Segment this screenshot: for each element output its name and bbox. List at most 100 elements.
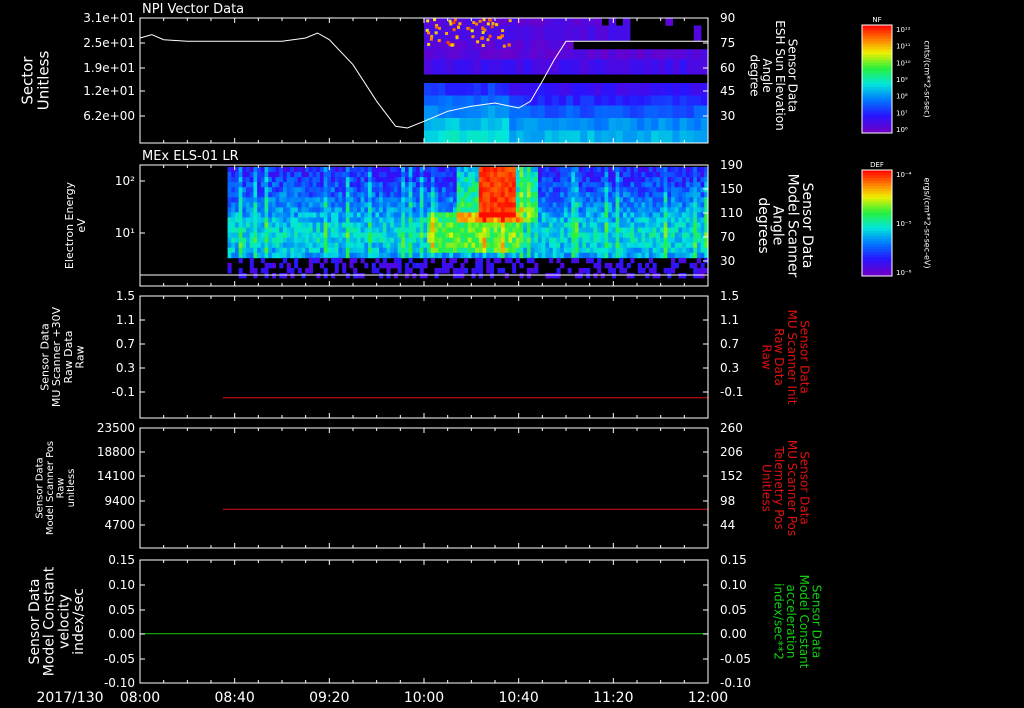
right-y-tick-label: 0.00 [720,627,747,641]
heatmap-cell [586,272,591,279]
heatmap-cell [238,247,243,254]
heatmap-cell [493,192,498,198]
heatmap-cell [623,217,628,223]
heatmap-cell [301,197,306,203]
heatmap-cell [249,197,254,203]
heatmap-cell [604,217,609,223]
heatmap-cell [600,177,605,183]
heatmap-cell [319,262,325,269]
heatmap-cell [264,237,269,244]
heatmap-cell [316,172,321,178]
heatmap-cell [523,83,531,96]
heatmap-cell [271,247,277,254]
heatmap-cell [637,242,642,249]
heatmap-cell [530,227,535,233]
heatmap-cell [368,247,373,254]
heatmap-cell [334,267,339,274]
heatmap-cell [283,222,288,228]
heatmap-cell [508,172,513,178]
heatmap-cell [497,222,502,228]
heatmap-cell [689,182,694,188]
heatmap-cell [672,105,681,119]
heatmap-cell [464,257,469,264]
heatmap-cell [453,252,458,259]
heatmap-cell [419,182,424,188]
heatmap-cell [231,192,236,198]
heatmap-cell [508,202,513,208]
heatmap-cell [364,227,369,233]
heatmap-cell [286,262,291,269]
heatmap-cell [301,202,306,208]
heatmap-cell [386,272,391,279]
colorbar-units: cnts/(cm**2-sr-sec) [923,40,932,117]
heatmap-cell [360,247,365,254]
heatmap-cell [634,192,639,198]
heatmap-cell [523,222,528,228]
heatmap-cell [433,18,437,22]
heatmap-cell [552,172,557,178]
heatmap-cell [345,232,350,239]
heatmap-cell [467,187,472,193]
heatmap-cell [423,222,428,228]
heatmap-cell [671,262,676,269]
heatmap-cell [290,232,295,239]
heatmap-cell [338,257,343,264]
heatmap-cell [515,202,520,208]
heatmap-cell [679,59,688,75]
heatmap-cell [360,187,365,193]
heatmap-cell [356,272,362,279]
heatmap-cell [686,105,695,119]
heatmap-cell [502,49,510,60]
heatmap-cell [404,232,410,239]
heatmap-cell [294,257,299,264]
heatmap-cell [667,197,672,203]
heatmap-cell [549,257,554,264]
heatmap-cell [538,232,543,239]
heatmap-cell [445,242,450,249]
heatmap-cell [323,252,328,259]
heatmap-cell [305,192,310,198]
heatmap-cell [390,187,395,193]
heatmap-cell [593,222,598,228]
heatmap-cell [545,227,550,233]
heatmap-cell [464,247,469,254]
heatmap-cell [674,227,679,233]
heatmap-cell [338,192,343,198]
heatmap-cell [629,83,638,96]
heatmap-cell [231,212,236,218]
heatmap-cell [480,59,489,75]
y-tick-label: 2.5e+01 [83,36,135,50]
heatmap-cell [238,202,243,208]
heatmap-cell [478,237,483,244]
heatmap-cell [560,192,565,198]
heatmap-cell [453,18,457,22]
heatmap-cell [593,262,598,269]
heatmap-cell [589,257,594,264]
heatmap-cell [574,242,580,249]
heatmap-cell [634,197,639,203]
heatmap-cell [615,83,624,96]
heatmap-cell [667,272,672,279]
heatmap-cell [312,167,317,173]
heatmap-cell [349,227,354,233]
heatmap-cell [608,202,613,208]
heatmap-cell [342,202,347,208]
heatmap-cell [641,192,646,198]
heatmap-cell [305,177,310,183]
heatmap-cell [611,272,617,279]
heatmap-cell [323,247,328,254]
heatmap-cell [637,130,645,144]
heatmap-cell [538,192,543,198]
heatmap-cell [460,202,465,208]
heatmap-cell [685,247,690,254]
heatmap-cell [508,197,513,203]
heatmap-cell [630,222,635,228]
heatmap-cell [608,177,613,183]
heatmap-cell [466,95,475,106]
heatmap-cell [563,187,568,193]
heatmap-cell [356,222,362,228]
heatmap-cell [434,267,439,274]
heatmap-cell [286,197,291,203]
heatmap-cell [663,197,668,203]
heatmap-cell [290,177,295,183]
